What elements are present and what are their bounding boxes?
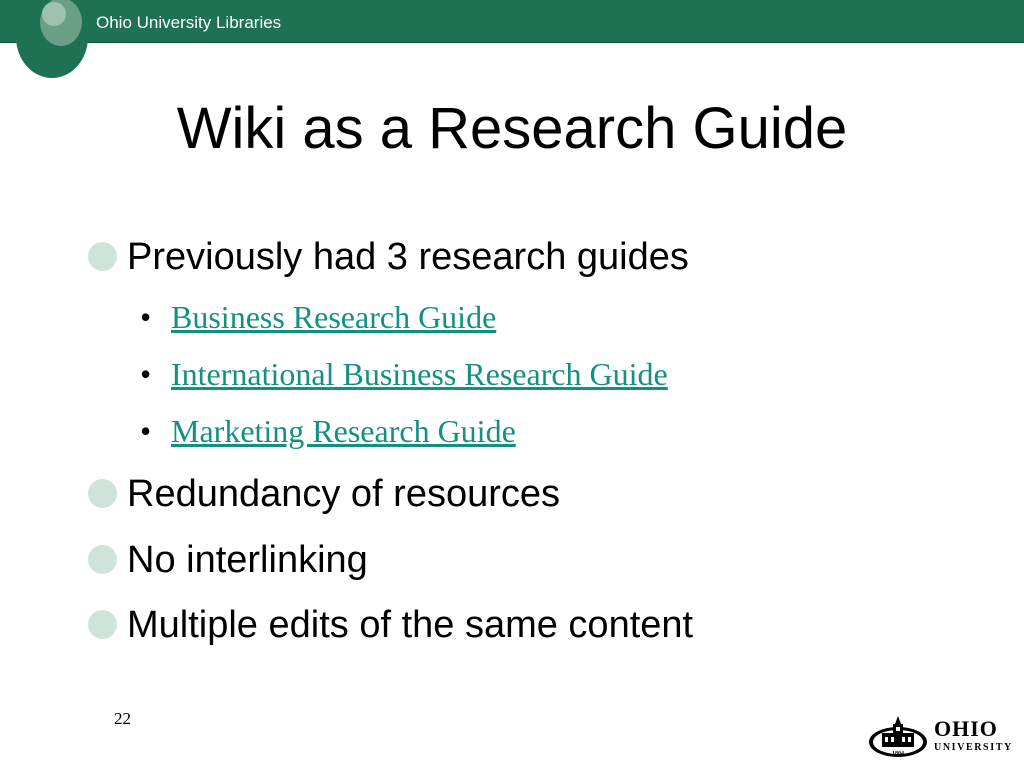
bullet-text: Redundancy of resources bbox=[127, 473, 561, 515]
logo-word-ohio: OHIO bbox=[934, 716, 998, 741]
slide: Ohio University Libraries Wiki as a Rese… bbox=[0, 0, 1024, 768]
bullet-text: No interlinking bbox=[127, 539, 368, 581]
org-title: Ohio University Libraries bbox=[96, 13, 282, 32]
bullet-dot-icon bbox=[88, 242, 117, 271]
page-number: 22 bbox=[114, 709, 131, 728]
sub-bullet-marker: • bbox=[140, 413, 152, 449]
bullet-dot-icon bbox=[88, 610, 117, 639]
bullet-text: Previously had 3 research guides bbox=[127, 236, 689, 278]
link-business-research-guide[interactable]: Business Research Guide bbox=[171, 297, 496, 337]
link-marketing-research-guide[interactable]: Marketing Research Guide bbox=[171, 411, 516, 451]
sub-bullet-marker: • bbox=[140, 299, 152, 335]
slide-title: Wiki as a Research Guide bbox=[176, 96, 848, 161]
ohio-university-logo: 1804 OHIO UNIVERSITY bbox=[868, 714, 1013, 758]
header-orb-decoration bbox=[16, 0, 88, 78]
bullet-text: Multiple edits of the same content bbox=[127, 604, 694, 646]
logo-word-university: UNIVERSITY bbox=[934, 742, 1013, 753]
sub-bullet-marker: • bbox=[140, 356, 152, 392]
seal-year: 1804 bbox=[892, 751, 904, 757]
link-international-business-research-guide[interactable]: International Business Research Guide bbox=[171, 354, 668, 394]
bullet-dot-icon bbox=[88, 545, 117, 574]
bullet-dot-icon bbox=[88, 479, 117, 508]
university-seal-icon: 1804 bbox=[869, 716, 927, 757]
header-orb-highlight bbox=[42, 2, 66, 26]
